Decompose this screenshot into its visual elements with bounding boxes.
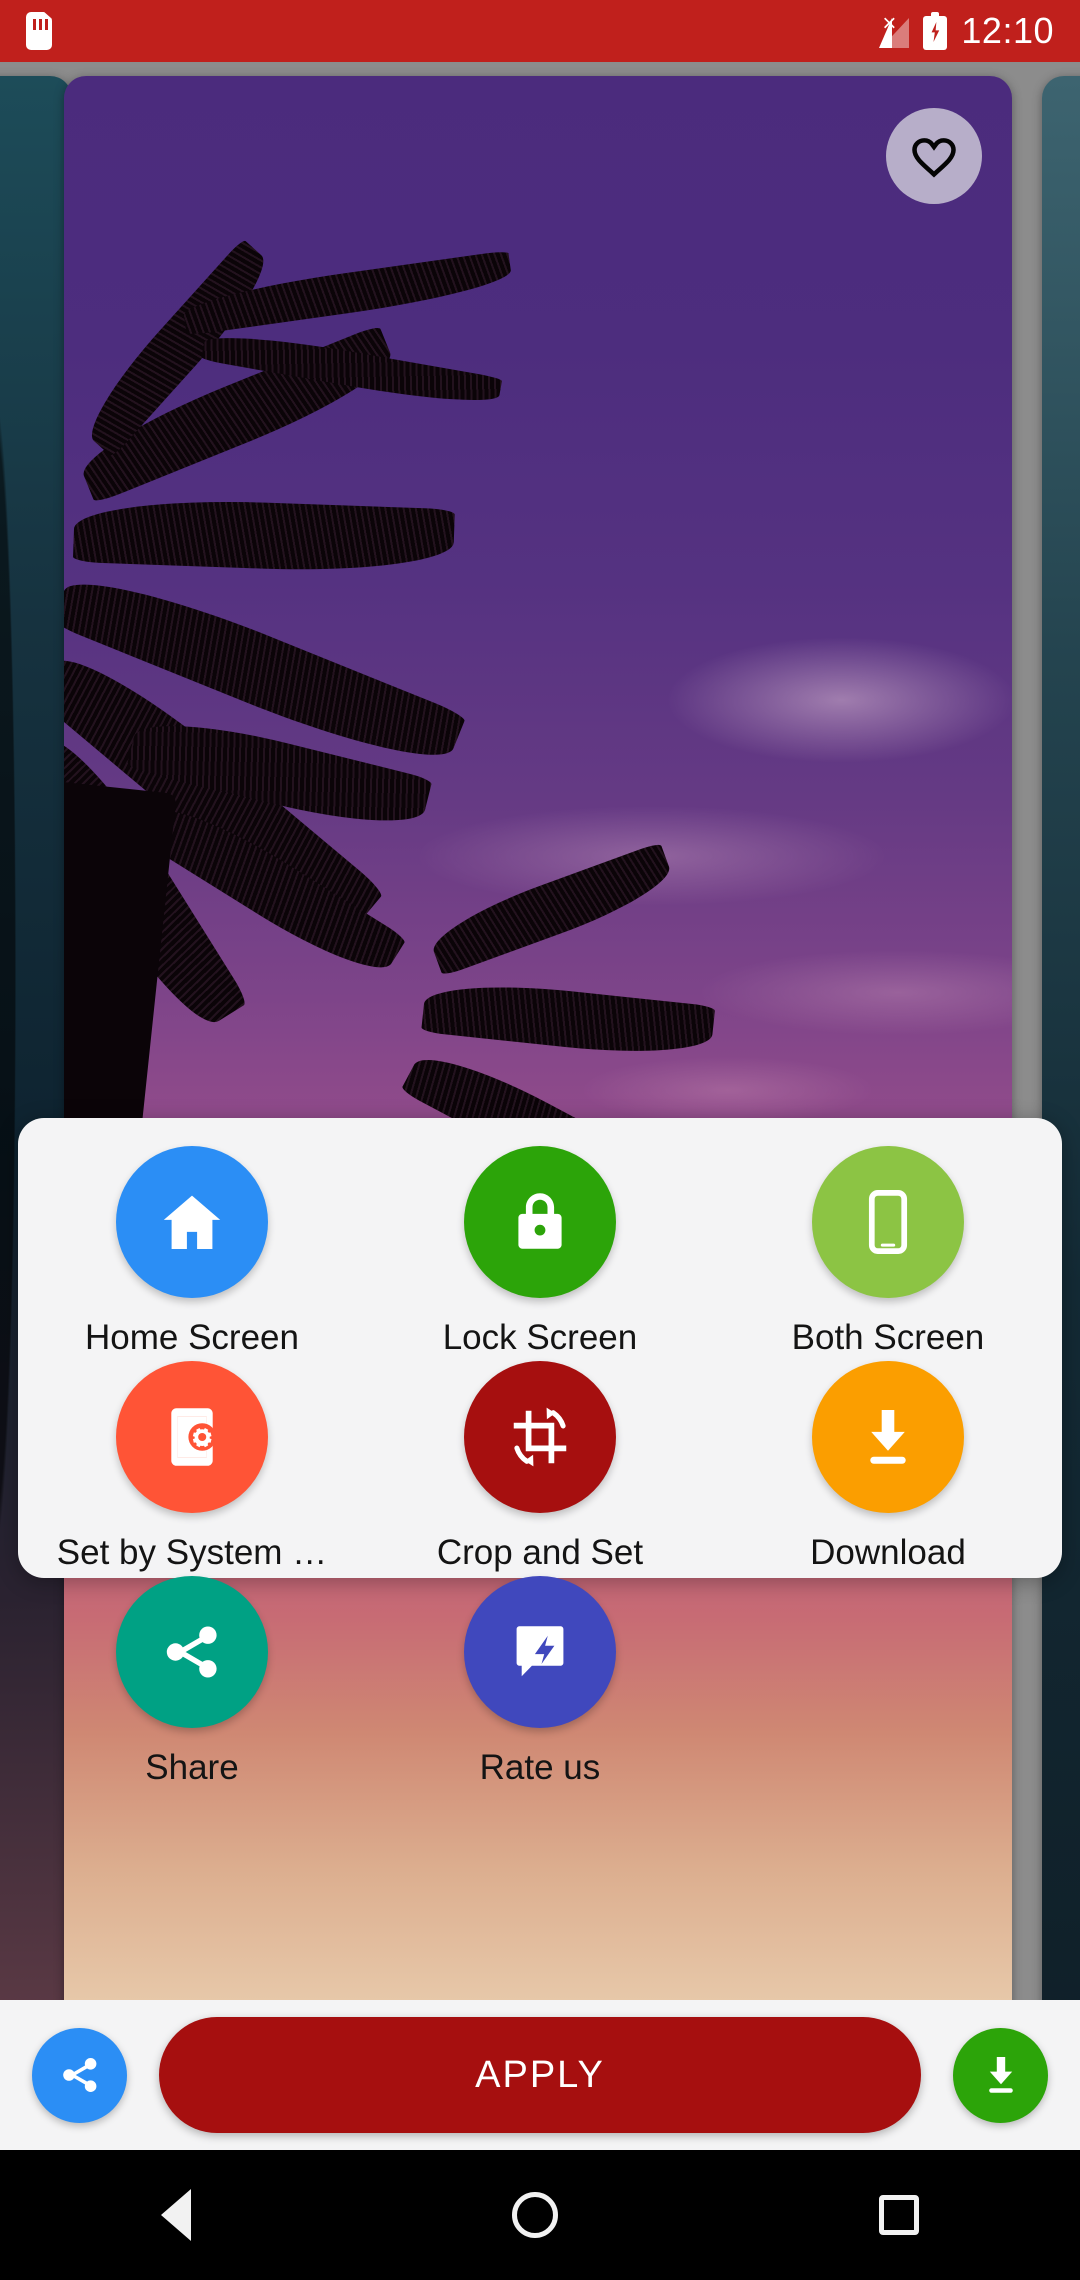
status-bar-clock: 12:10 bbox=[961, 10, 1054, 51]
home-screen-button[interactable] bbox=[115, 1146, 268, 1298]
option-lock-screen[interactable]: Lock Screen bbox=[366, 1146, 714, 1355]
crop-rotate-icon bbox=[513, 1407, 567, 1467]
option-label: Home Screen bbox=[85, 1318, 299, 1357]
set-by-system-button[interactable] bbox=[115, 1361, 268, 1513]
wallpaper-carousel[interactable] bbox=[0, 62, 1080, 2150]
heart-outline-icon bbox=[912, 138, 956, 178]
option-both-screen[interactable]: Both Screen bbox=[714, 1146, 1062, 1355]
option-home-screen[interactable]: Home Screen bbox=[18, 1146, 366, 1355]
back-icon[interactable] bbox=[160, 2189, 191, 2241]
status-bar-right: × 12:10 bbox=[873, 10, 1054, 52]
download-fab[interactable] bbox=[953, 2027, 1048, 2123]
share-button[interactable] bbox=[115, 1576, 268, 1728]
share-icon bbox=[62, 2058, 96, 2092]
apply-button[interactable]: APPLY bbox=[159, 2017, 921, 2133]
home-circle-icon[interactable] bbox=[511, 2192, 558, 2238]
lock-screen-button[interactable] bbox=[463, 1146, 616, 1298]
option-label: Lock Screen bbox=[442, 1318, 638, 1357]
option-label: Both Screen bbox=[791, 1318, 985, 1357]
option-label: Download bbox=[810, 1533, 966, 1572]
wallpaper-options-sheet: Home Screen Lock Screen Both Screen Set … bbox=[18, 1118, 1062, 1785]
rate-review-icon bbox=[516, 1626, 564, 1677]
option-rate-us[interactable]: Rate us bbox=[366, 1576, 714, 1785]
status-bar-left bbox=[26, 12, 52, 50]
home-icon bbox=[163, 1195, 221, 1249]
palm-frond-top bbox=[181, 250, 604, 456]
phone-icon bbox=[868, 1190, 908, 1254]
phone-screen: × 12:10 Home Screen Lock Screen Both Scr… bbox=[0, 0, 1080, 2280]
download-icon bbox=[870, 1410, 906, 1464]
download-button[interactable] bbox=[811, 1361, 964, 1513]
option-label: Set by System … bbox=[56, 1533, 328, 1572]
crop-and-set-button[interactable] bbox=[463, 1361, 616, 1513]
option-label: Crop and Set bbox=[436, 1533, 644, 1572]
both-screen-button[interactable] bbox=[811, 1146, 964, 1298]
share-icon bbox=[166, 1626, 217, 1678]
options-grid: Home Screen Lock Screen Both Screen Set … bbox=[18, 1146, 1062, 1791]
android-navigation-bar bbox=[0, 2150, 1080, 2280]
option-label: Rate us bbox=[479, 1748, 601, 1787]
status-bar: × 12:10 bbox=[0, 0, 1080, 62]
battery-charging-icon bbox=[923, 12, 948, 50]
option-set-by-system[interactable]: Set by System … bbox=[18, 1361, 366, 1570]
bottom-action-bar: APPLY bbox=[0, 2000, 1080, 2150]
rate-us-button[interactable] bbox=[463, 1576, 616, 1728]
option-download[interactable]: Download bbox=[714, 1361, 1062, 1570]
recents-icon[interactable] bbox=[879, 2195, 920, 2235]
phone-settings-icon bbox=[171, 1408, 216, 1466]
option-share[interactable]: Share bbox=[18, 1576, 366, 1785]
signal-no-service-icon: × bbox=[873, 12, 910, 48]
sd-card-icon bbox=[26, 12, 52, 50]
option-crop-and-set[interactable]: Crop and Set bbox=[366, 1361, 714, 1570]
favorite-button[interactable] bbox=[886, 108, 982, 204]
lock-icon bbox=[518, 1193, 562, 1249]
option-label: Share bbox=[145, 1748, 239, 1787]
share-fab[interactable] bbox=[32, 2027, 127, 2123]
download-icon bbox=[988, 2057, 1013, 2093]
